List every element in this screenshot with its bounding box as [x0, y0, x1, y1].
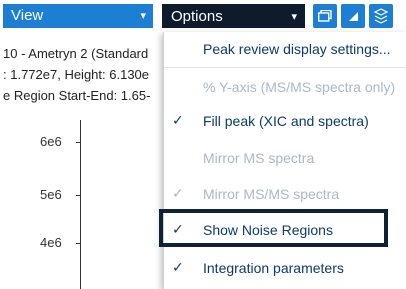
options-dropdown-label: Options — [171, 8, 223, 25]
menu-item-label: % Y-axis (MS/MS spectra only) — [203, 79, 396, 95]
menu-item-label: Mirror MS spectra — [203, 150, 315, 166]
y-tick-label: 6e6 — [40, 134, 62, 149]
resize-button[interactable] — [341, 4, 365, 28]
chevron-down-icon: ▾ — [291, 11, 297, 23]
toolbar: View ▾ Options ▾ — [0, 0, 406, 34]
layers-button[interactable] — [369, 4, 393, 28]
window-button[interactable] — [313, 4, 337, 28]
y-tick-mark — [76, 243, 81, 244]
menu-item-integration-parameters[interactable]: ✓ Integration parameters — [164, 255, 406, 281]
check-icon: ✓ — [172, 112, 184, 128]
noise-region-info: e Region Start-End: 1.65- — [3, 88, 151, 103]
menu-item-show-noise-regions[interactable]: ✓ Show Noise Regions — [164, 217, 406, 243]
window-icon — [318, 10, 332, 22]
y-tick-label: 5e6 — [40, 187, 62, 202]
menu-item-percent-y-axis[interactable]: % Y-axis (MS/MS spectra only) — [164, 74, 406, 100]
menu-item-label: Integration parameters — [203, 260, 344, 276]
menu-item-mirror-ms[interactable]: Mirror MS spectra — [164, 145, 406, 171]
check-icon: ✓ — [172, 259, 184, 275]
options-menu: Peak review display settings... % Y-axis… — [163, 32, 406, 289]
menu-separator — [164, 67, 406, 68]
y-tick-label: 4e6 — [40, 235, 62, 250]
view-dropdown[interactable]: View ▾ — [3, 4, 153, 28]
compound-info: 10 - Ametryn 2 (Standard — [3, 46, 149, 61]
view-dropdown-label: View — [11, 7, 44, 24]
check-icon: ✓ — [172, 185, 184, 201]
check-icon: ✓ — [172, 221, 184, 237]
y-tick-mark — [76, 142, 81, 143]
area-height-info: : 1.772e7, Height: 6.130e — [3, 67, 150, 82]
y-axis-line — [80, 120, 81, 289]
options-dropdown[interactable]: Options ▾ — [162, 4, 305, 28]
y-tick-mark — [76, 195, 81, 196]
menu-item-fill-peak[interactable]: ✓ Fill peak (XIC and spectra) — [164, 108, 406, 134]
menu-item-label: Fill peak (XIC and spectra) — [203, 113, 369, 129]
menu-item-peak-review-settings[interactable]: Peak review display settings... — [164, 36, 406, 62]
menu-item-label: Show Noise Regions — [203, 222, 333, 238]
chevron-down-icon: ▾ — [140, 10, 146, 22]
menu-item-label: Mirror MS/MS spectra — [203, 186, 340, 202]
layers-icon — [373, 8, 389, 24]
corner-icon — [349, 12, 358, 21]
menu-item-label: Peak review display settings... — [203, 41, 391, 57]
menu-item-mirror-msms[interactable]: ✓ Mirror MS/MS spectra — [164, 181, 406, 207]
